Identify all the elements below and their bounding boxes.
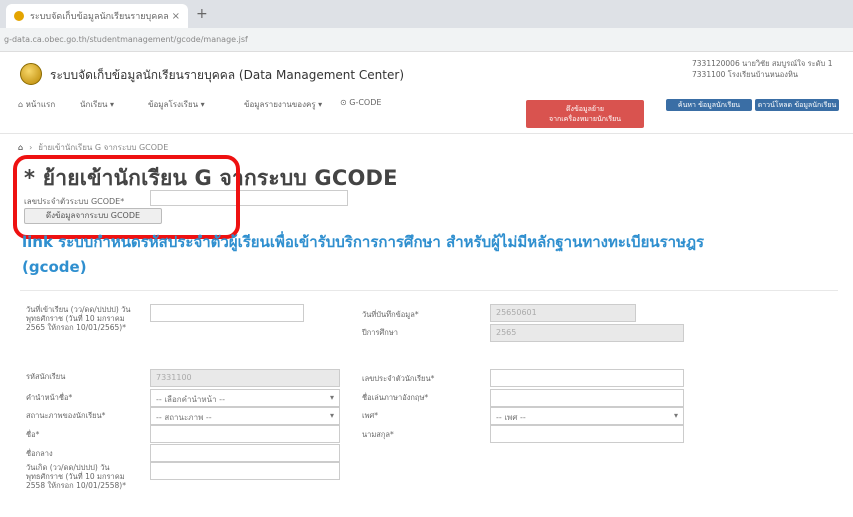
nav-item-gcode[interactable]: ⊙ G-CODE — [340, 98, 381, 107]
prefix-label: คำนำหน้าชื่อ* — [26, 393, 73, 402]
status-select[interactable]: -- สถานะภาพ -- ▾ — [150, 407, 340, 425]
gender-select-value: -- เพศ -- — [496, 413, 526, 422]
g-icon: ⊙ — [340, 98, 350, 107]
highlight-annotation — [13, 155, 240, 239]
nav-item-students[interactable]: นักเรียน ▾ — [80, 98, 114, 111]
status-select-value: -- สถานะภาพ -- — [156, 413, 212, 422]
middle-name-input[interactable] — [150, 444, 340, 462]
close-tab-icon[interactable]: × — [172, 11, 180, 22]
academic-year-label: ปีการศึกษา — [362, 328, 398, 337]
browser-tab[interactable]: ระบบจัดเก็บข้อมูลนักเรียนรายบุคคล × — [6, 4, 188, 28]
nav-item-home[interactable]: ⌂ หน้าแรก — [18, 98, 55, 111]
address-bar[interactable]: g-data.ca.obec.go.th/studentmanagement/g… — [0, 28, 853, 52]
nav-item-teacher-report[interactable]: ข้อมูลรายงานของครู ▾ — [244, 98, 322, 111]
download-students-button[interactable]: ดาวน์โหลด ข้อมูลนักเรียน — [755, 99, 839, 111]
breadcrumb-current: ย้ายเข้านักเรียน G จากระบบ GCODE — [38, 142, 169, 152]
student-code-input: 7331100 — [150, 369, 340, 387]
enroll-date-input[interactable] — [150, 304, 304, 322]
student-id-label: เลขประจำตัวนักเรียน* — [362, 374, 435, 383]
new-tab-button[interactable]: + — [196, 6, 208, 22]
browser-tab-title: ระบบจัดเก็บข้อมูลนักเรียนรายบุคคล — [30, 12, 169, 22]
chevron-down-icon: ▾ — [329, 411, 334, 420]
site-title[interactable]: ระบบจัดเก็บข้อมูลนักเรียนรายบุคคล (Data … — [50, 66, 404, 85]
student-id-input[interactable] — [490, 369, 684, 387]
obec-logo-icon — [20, 63, 42, 85]
breadcrumb: ⌂ › ย้ายเข้านักเรียน G จากระบบ GCODE — [18, 140, 838, 154]
user-info-line-2: 7331100 โรงเรียนบ้านหนองหิน — [692, 70, 799, 79]
gender-label: เพศ* — [362, 411, 379, 420]
home-icon[interactable]: ⌂ — [18, 143, 23, 152]
enroll-date-label: วันที่เข้าเรียน (วว/ดด/ปปปป) วันพุทธศักร… — [26, 305, 131, 332]
chevron-down-icon: ▾ — [673, 411, 678, 420]
fetch-move-data-button[interactable]: ดึงข้อมูลย้าย จากเครื่องหมายนักเรียน — [526, 100, 644, 128]
search-students-button[interactable]: ค้นหา ข้อมูลนักเรียน — [666, 99, 752, 111]
home-icon: ⌂ — [18, 100, 26, 109]
last-name-label: นามสกุล* — [362, 430, 394, 439]
birth-date-input[interactable] — [150, 462, 340, 480]
middle-name-label: ชื่อกลาง — [26, 449, 53, 458]
nickname-en-input[interactable] — [490, 389, 684, 407]
first-name-input[interactable] — [150, 425, 340, 443]
chevron-down-icon: ▾ — [329, 393, 334, 402]
nickname-en-label: ชื่อเล่นภาษาอังกฤษ* — [362, 393, 429, 402]
record-date-input: 25650601 — [490, 304, 636, 322]
site-favicon-icon — [14, 11, 24, 21]
birth-date-label: วันเกิด (วว/ดด/ปปปป) วันพุทธศักราช (วันท… — [26, 463, 126, 490]
fetch-move-data-label: ดึงข้อมูลย้าย จากเครื่องหมายนักเรียน — [548, 105, 622, 123]
breadcrumb-separator: › — [29, 142, 33, 152]
prefix-select-value: -- เลือกคำนำหน้า -- — [156, 395, 225, 404]
main-navbar — [0, 90, 853, 134]
prefix-select[interactable]: -- เลือกคำนำหน้า -- ▾ — [150, 389, 340, 407]
record-date-label: วันที่บันทึกข้อมูล* — [362, 310, 419, 319]
nav-item-school[interactable]: ข้อมูลโรงเรียน ▾ — [148, 98, 205, 111]
gender-select[interactable]: -- เพศ -- ▾ — [490, 407, 684, 425]
status-label: สถานะภาพของนักเรียน* — [26, 411, 106, 420]
academic-year-input: 2565 — [490, 324, 684, 342]
student-code-label: รหัสนักเรียน — [26, 372, 66, 381]
first-name-label: ชื่อ* — [26, 430, 40, 439]
user-info: 7331120006 นายวิชัย สมบูรณ์ใจ ระดับ 1 73… — [692, 58, 850, 80]
last-name-input[interactable] — [490, 425, 684, 443]
gcode-system-link[interactable]: link ระบบกำหนดรหัสประจำตัวผู้เรียนเพื่อเ… — [22, 230, 722, 280]
user-info-line-1: 7331120006 นายวิชัย สมบูรณ์ใจ ระดับ 1 — [692, 59, 833, 68]
section-divider — [20, 290, 838, 291]
